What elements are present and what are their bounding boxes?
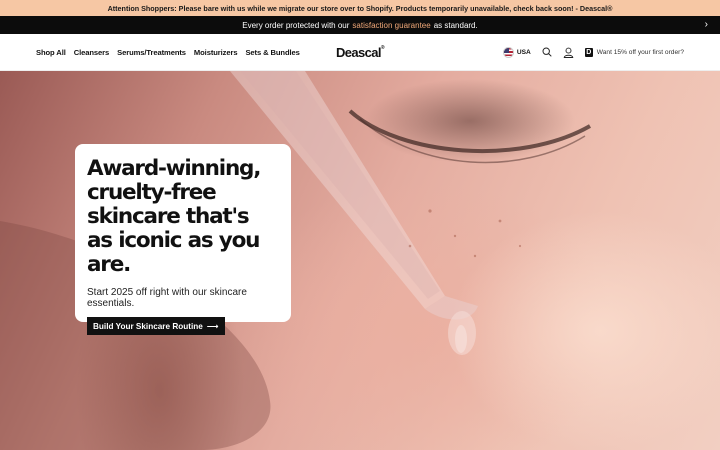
logo-text: Deascal bbox=[335, 44, 382, 60]
promo-next-arrow-icon[interactable]: › bbox=[705, 19, 708, 30]
nav-item-cleansers[interactable]: Cleansers bbox=[74, 48, 110, 57]
country-selector[interactable]: USA bbox=[502, 46, 531, 58]
announcement-bar: Attention Shoppers: Please bare with us … bbox=[0, 0, 720, 16]
deascal-mark-icon: D bbox=[584, 47, 593, 57]
first-order-offer[interactable]: D Want 15% off your first order? bbox=[584, 47, 684, 57]
nav-item-moisturizers[interactable]: Moisturizers bbox=[194, 48, 238, 57]
main-nav: Shop All Cleansers Serums/Treatments Moi… bbox=[36, 48, 300, 57]
nav-item-serums-treatments[interactable]: Serums/Treatments bbox=[117, 48, 186, 57]
promo-bar: Every order protected with our satisfact… bbox=[0, 16, 720, 34]
site-logo[interactable]: Deascal® bbox=[335, 44, 385, 60]
build-routine-button[interactable]: Build Your Skincare Routine ⟶ bbox=[87, 317, 225, 335]
nav-item-sets-bundles[interactable]: Sets & Bundles bbox=[245, 48, 299, 57]
promo-text-before: Every order protected with our bbox=[242, 20, 350, 30]
site-header: Shop All Cleansers Serums/Treatments Moi… bbox=[0, 34, 720, 71]
hero-card: Award-winning, cruelty-free skincare tha… bbox=[75, 144, 291, 335]
hero-headline: Award-winning, cruelty-free skincare tha… bbox=[87, 156, 261, 277]
nav-item-shop-all[interactable]: Shop All bbox=[36, 48, 66, 57]
announcement-text: Attention Shoppers: Please bare with us … bbox=[107, 3, 613, 13]
hero-banner: Award-winning, cruelty-free skincare tha… bbox=[0, 71, 720, 450]
header-actions: USA D Want 15% off your first order? bbox=[502, 46, 684, 58]
promo-text-after: as standard. bbox=[433, 20, 478, 30]
arrow-right-icon: ⟶ bbox=[206, 322, 219, 331]
cta-label: Build Your Skincare Routine bbox=[93, 321, 203, 331]
logo-registered-mark: ® bbox=[380, 44, 385, 51]
country-label: USA bbox=[516, 48, 531, 56]
satisfaction-guarantee-link[interactable]: satisfaction guarantee bbox=[352, 21, 430, 30]
offer-text: Want 15% off your first order? bbox=[596, 48, 684, 56]
account-icon[interactable] bbox=[563, 46, 575, 58]
us-flag-icon bbox=[502, 46, 514, 58]
hero-subtext: Start 2025 off right with our skincare e… bbox=[87, 287, 247, 309]
search-icon[interactable] bbox=[541, 46, 553, 58]
